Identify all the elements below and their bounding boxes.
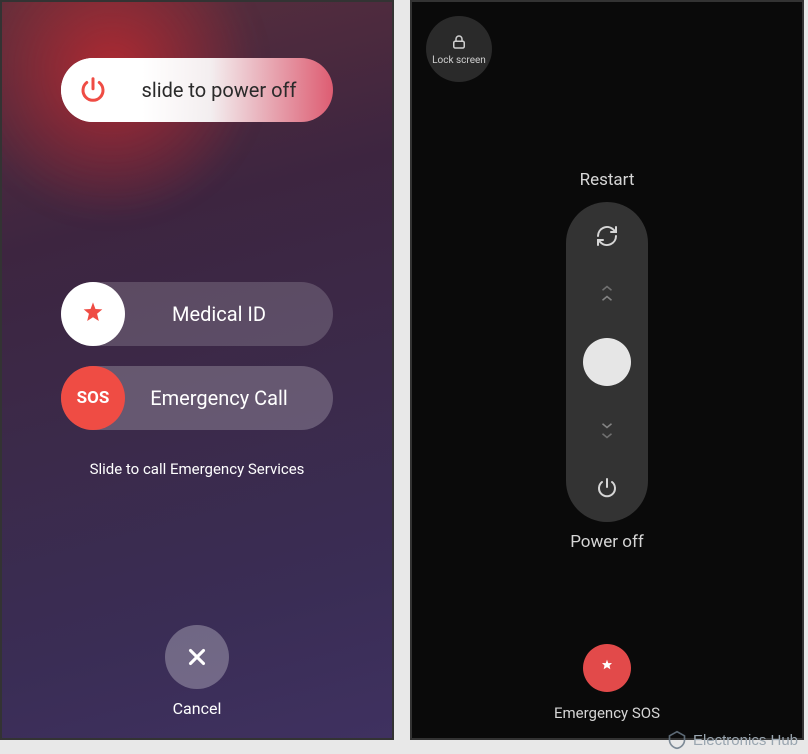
cancel-label: Cancel	[173, 699, 222, 718]
close-icon	[184, 644, 210, 670]
restart-icon	[595, 224, 619, 248]
cancel-group: Cancel	[165, 625, 229, 718]
chevron-up-icon	[598, 283, 616, 303]
power-slider-label: slide to power off	[125, 78, 333, 102]
lock-icon	[450, 33, 468, 51]
emergency-sos-label: Emergency SOS	[554, 704, 660, 722]
ios-power-off-screen: slide to power off Medical ID SOS Emerge…	[0, 0, 394, 740]
android-power-menu: Lock screen Restart P	[410, 0, 804, 740]
restart-label: Restart	[412, 170, 802, 190]
emergency-sos-group: Emergency SOS	[412, 644, 802, 722]
emergency-call-label: Emergency Call	[125, 386, 333, 410]
cancel-button[interactable]	[165, 625, 229, 689]
emergency-call-slider[interactable]: SOS Emergency Call	[61, 366, 333, 430]
emergency-sos-button[interactable]	[583, 644, 631, 692]
power-icon	[595, 476, 619, 500]
power-off-label: Power off	[412, 532, 802, 552]
slider-handle[interactable]	[583, 338, 631, 386]
watermark: Electronics Hub	[667, 730, 798, 750]
medical-icon[interactable]	[61, 282, 125, 346]
power-slider-pill[interactable]	[566, 202, 648, 522]
sos-knob[interactable]: SOS	[61, 366, 125, 430]
sos-icon	[597, 658, 617, 678]
lock-screen-button[interactable]: Lock screen	[426, 16, 492, 82]
medical-id-slider[interactable]: Medical ID	[61, 282, 333, 346]
chevron-down-icon	[598, 421, 616, 441]
emergency-subtext: Slide to call Emergency Services	[90, 460, 305, 478]
watermark-icon	[667, 730, 687, 750]
medical-id-label: Medical ID	[125, 302, 333, 326]
lock-screen-label: Lock screen	[432, 55, 486, 66]
watermark-text: Electronics Hub	[693, 732, 798, 749]
power-icon[interactable]	[61, 58, 125, 122]
slide-to-power-off[interactable]: slide to power off	[61, 58, 333, 122]
